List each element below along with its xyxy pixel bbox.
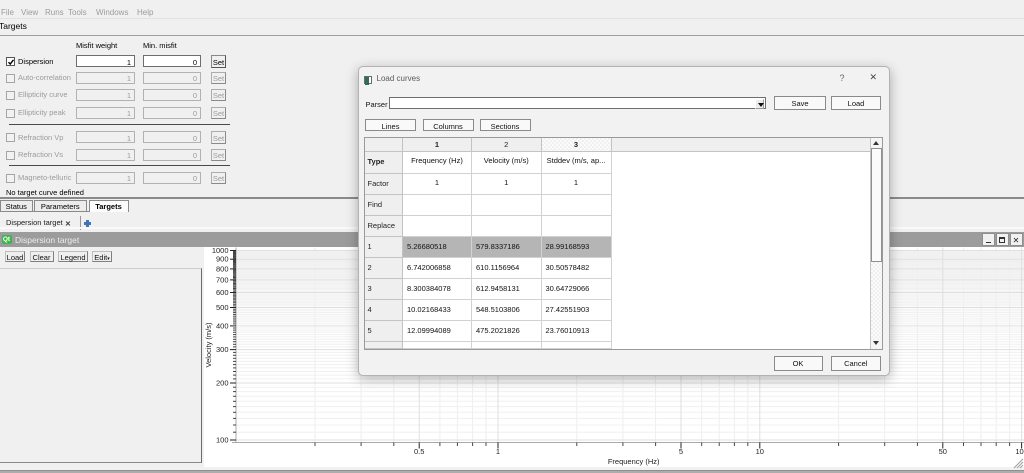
svg-text:Frequency (Hz): Frequency (Hz) <box>608 457 660 466</box>
svg-text:500: 500 <box>216 303 229 312</box>
svg-text:1: 1 <box>496 447 500 456</box>
svg-text:10: 10 <box>756 447 764 456</box>
svg-text:100: 100 <box>1015 447 1024 456</box>
svg-text:800: 800 <box>216 264 229 273</box>
svg-text:50: 50 <box>939 447 947 456</box>
svg-text:100: 100 <box>216 435 229 444</box>
svg-text:600: 600 <box>216 288 229 297</box>
svg-text:900: 900 <box>216 254 229 263</box>
svg-text:0.5: 0.5 <box>414 447 424 456</box>
svg-text:1000: 1000 <box>212 247 229 255</box>
svg-text:400: 400 <box>216 321 229 330</box>
svg-text:200: 200 <box>216 378 229 387</box>
svg-text:300: 300 <box>216 345 229 354</box>
svg-text:5: 5 <box>679 447 683 456</box>
svg-text:Velocity (m/s): Velocity (m/s) <box>204 321 213 367</box>
svg-text:700: 700 <box>216 275 229 284</box>
